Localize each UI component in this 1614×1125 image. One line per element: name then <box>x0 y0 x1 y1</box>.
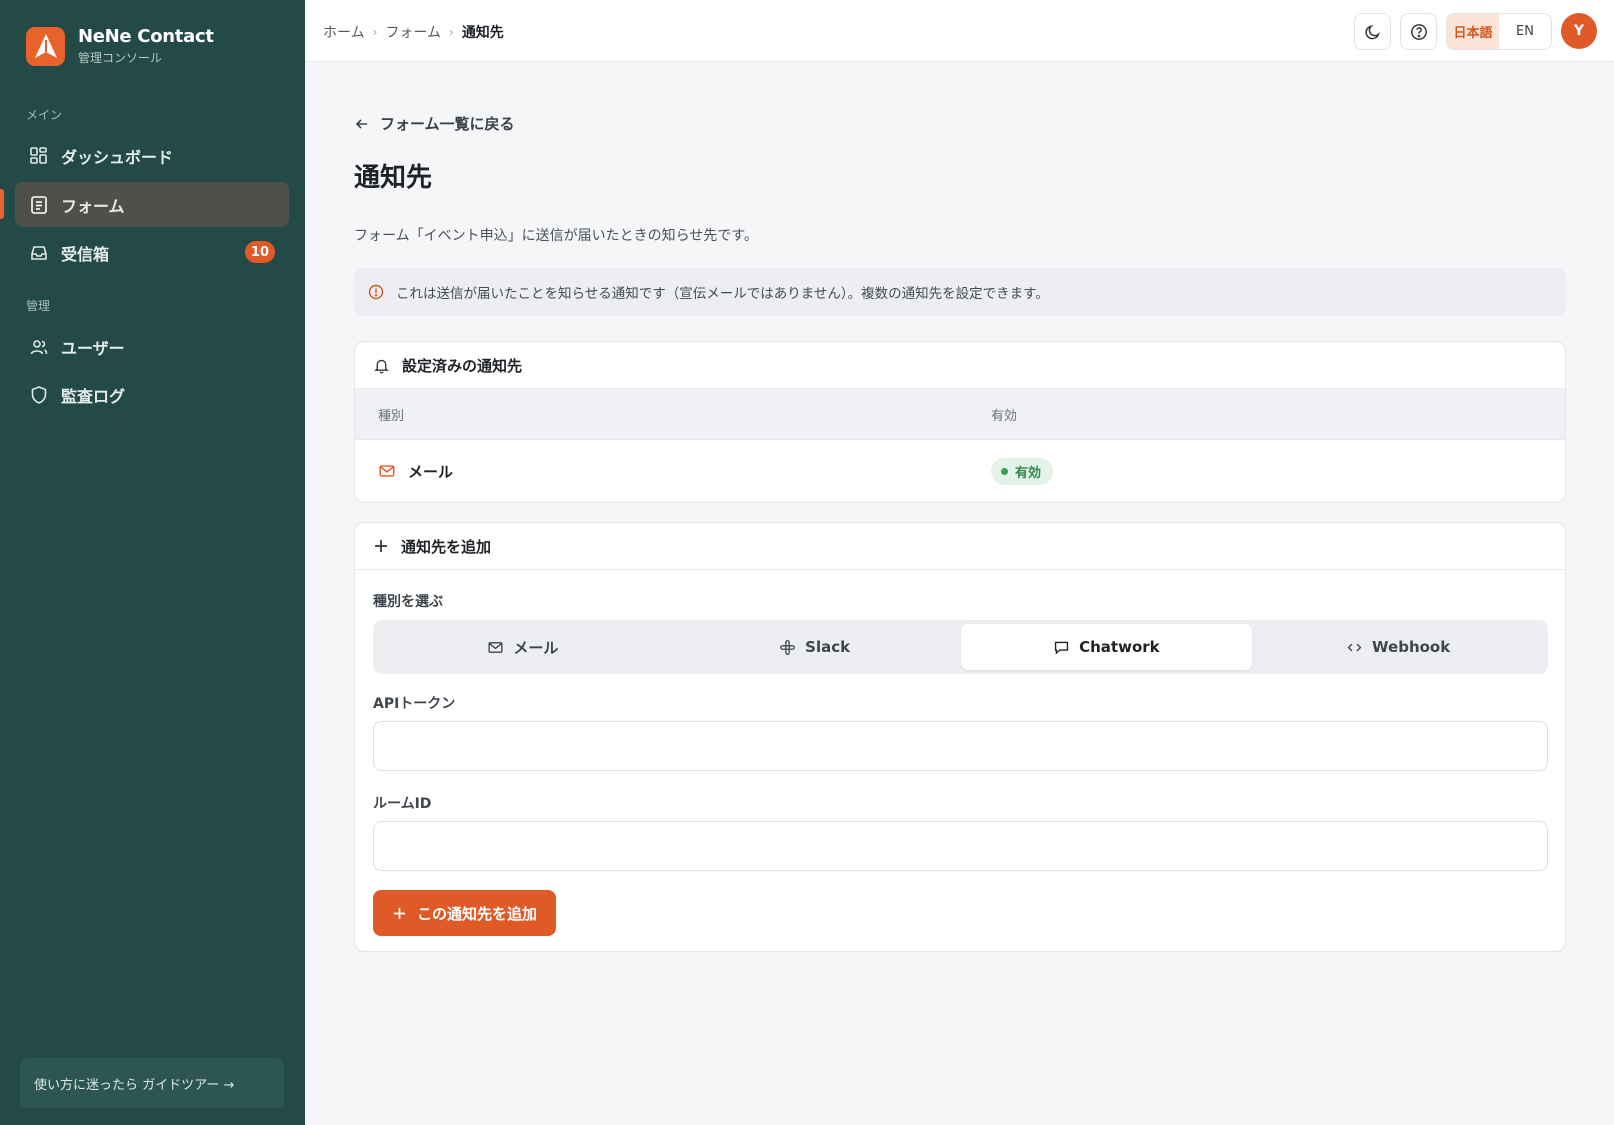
sidebar: NeNe Contact 管理コンソール メイン ダッシュボード フォーム 受信… <box>0 0 305 1125</box>
section-label-main: メイン <box>26 108 63 122</box>
card-header: 設定済みの通知先 <box>355 342 1565 389</box>
type-option-email[interactable]: メール <box>377 624 669 670</box>
guide-tour-link[interactable]: 使い方に迷ったら ガイドツアー → <box>20 1058 284 1108</box>
destination-type-selector: メール Slack Chatwork Webhook <box>373 620 1548 674</box>
table-header: 種別 有効 <box>355 389 1565 440</box>
card-title: 通知先を追加 <box>401 537 492 556</box>
room-id-input[interactable] <box>373 821 1548 871</box>
configured-destinations-card: 設定済みの通知先 種別 有効 メール 有効 <box>354 341 1566 503</box>
users-icon <box>29 337 49 357</box>
page-title: 通知先 <box>354 163 433 193</box>
form-icon <box>29 195 49 215</box>
column-header-type: 種別 <box>378 408 405 424</box>
add-destination-card: 通知先を追加 種別を選ぶ メール Slack Chatwork Webhook <box>354 522 1566 952</box>
help-button[interactable] <box>1400 13 1437 50</box>
column-header-enabled: 有効 <box>991 408 1018 424</box>
breadcrumb-separator: › <box>372 25 378 39</box>
arrow-left-icon <box>354 116 370 132</box>
inbox-count-badge: 10 <box>244 241 275 263</box>
sidebar-item-dashboard[interactable]: ダッシュボード <box>15 133 289 178</box>
sidebar-item-audit-log[interactable]: 監査ログ <box>15 372 289 417</box>
plus-icon <box>392 906 407 921</box>
type-option-label: メール <box>513 638 559 657</box>
sidebar-item-inbox[interactable]: 受信箱 10 <box>15 230 289 275</box>
breadcrumb-separator: › <box>449 25 454 39</box>
brand[interactable]: NeNe Contact 管理コンソール <box>26 26 214 66</box>
sidebar-item-forms[interactable]: フォーム <box>15 182 289 227</box>
dashboard-icon <box>29 146 49 166</box>
type-option-slack[interactable]: Slack <box>669 624 961 670</box>
status-badge: 有効 <box>991 457 1054 485</box>
language-switcher: 日本語 EN <box>1446 13 1552 50</box>
back-link-label: フォーム一覧に戻る <box>380 115 515 133</box>
page-description: フォーム「イベント申込」に送信が届いたときの知らせ先です。 <box>354 228 758 244</box>
type-option-label: Webhook <box>1372 638 1451 656</box>
type-option-label: Chatwork <box>1079 638 1160 656</box>
table-row[interactable]: メール 有効 <box>355 440 1565 502</box>
api-token-label: APIトークン <box>373 696 456 712</box>
breadcrumb: ホーム › フォーム › 通知先 <box>323 22 504 42</box>
notice-text: これは送信が届いたことを知らせる通知です（宣伝メールではありません）。複数の通知… <box>396 286 1049 302</box>
chat-bubble-icon <box>1053 639 1070 656</box>
add-destination-button[interactable]: この通知先を追加 <box>373 890 556 936</box>
sidebar-item-users[interactable]: ユーザー <box>15 324 289 369</box>
brand-name: NeNe Contact <box>78 26 214 47</box>
type-option-label: Slack <box>805 638 851 656</box>
sidebar-item-label: 受信箱 <box>61 244 110 264</box>
lang-ja-button[interactable]: 日本語 <box>1447 14 1499 49</box>
breadcrumb-forms[interactable]: フォーム <box>385 22 441 42</box>
sidebar-item-label: ダッシュボード <box>61 147 174 167</box>
type-option-webhook[interactable]: Webhook <box>1252 624 1544 670</box>
sidebar-item-label: フォーム <box>61 196 125 216</box>
type-select-label: 種別を選ぶ <box>373 594 443 610</box>
api-token-input[interactable] <box>373 721 1548 771</box>
code-icon <box>1346 639 1363 656</box>
breadcrumb-home[interactable]: ホーム <box>323 22 365 42</box>
theme-toggle-button[interactable] <box>1354 13 1391 50</box>
moon-icon <box>1364 23 1382 41</box>
row-type: メール <box>408 462 454 481</box>
active-indicator <box>0 189 4 219</box>
inbox-icon <box>29 243 49 263</box>
mail-icon <box>487 639 504 656</box>
lang-en-button[interactable]: EN <box>1499 14 1551 49</box>
back-link[interactable]: フォーム一覧に戻る <box>354 113 515 134</box>
bell-icon <box>373 357 390 374</box>
status-dot <box>1001 467 1008 475</box>
info-notice: これは送信が届いたことを知らせる通知です（宣伝メールではありません）。複数の通知… <box>354 268 1566 316</box>
top-bar: ホーム › フォーム › 通知先 日本語 EN Y <box>305 0 1614 62</box>
room-id-label: ルームID <box>373 796 432 812</box>
help-icon <box>1410 23 1428 41</box>
card-title: 設定済みの通知先 <box>402 356 523 375</box>
brand-subtitle: 管理コンソール <box>78 51 163 65</box>
sidebar-item-label: 監査ログ <box>61 386 126 406</box>
slack-icon <box>779 639 796 656</box>
section-label-admin: 管理 <box>26 299 51 313</box>
status-label: 有効 <box>1015 465 1042 481</box>
avatar[interactable]: Y <box>1561 13 1597 49</box>
brand-logo <box>26 26 65 66</box>
info-icon <box>368 284 384 300</box>
breadcrumb-current: 通知先 <box>461 25 504 41</box>
type-option-chatwork[interactable]: Chatwork <box>960 624 1253 670</box>
card-header: 通知先を追加 <box>355 523 1565 570</box>
shield-icon <box>29 385 49 405</box>
sidebar-item-label: ユーザー <box>61 338 125 358</box>
mail-icon <box>378 462 396 480</box>
plus-icon <box>373 538 389 554</box>
add-destination-button-label: この通知先を追加 <box>416 904 537 923</box>
